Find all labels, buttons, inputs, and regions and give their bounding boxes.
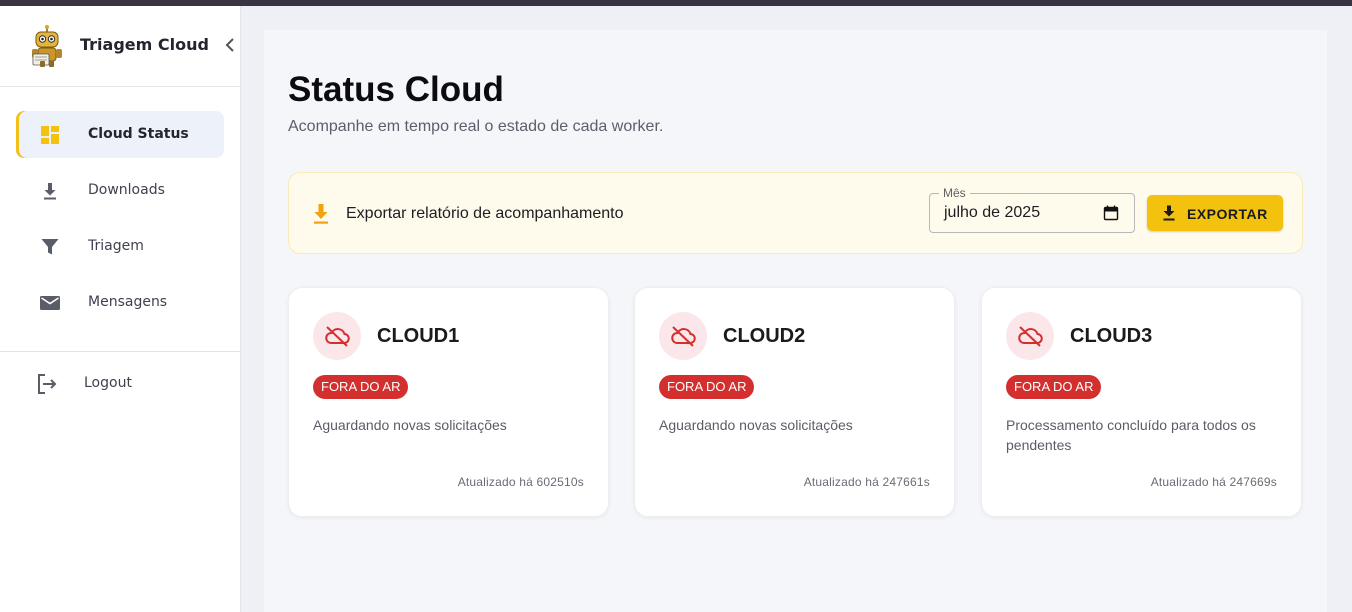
cloud-card: CLOUD3 FORA DO AR Processamento concluíd… [981,287,1302,517]
sidebar-item-label: Triagem [88,238,144,254]
logout-label: Logout [84,375,132,391]
cloud-message: Processamento concluído para todos os pe… [1006,417,1256,453]
export-button-label: EXPORTAR [1187,206,1268,222]
sidebar: Triagem Cloud Cloud Status Downloads Tri… [0,6,241,612]
cloud-off-icon [325,326,350,347]
cloud-name: CLOUD3 [1070,325,1153,347]
sidebar-item-label: Cloud Status [88,126,189,142]
status-badge: FORA DO AR [313,375,409,399]
calendar-icon[interactable] [1103,205,1119,221]
export-button[interactable]: EXPORTAR [1147,195,1283,231]
export-description: Exportar relatório de acompanhamento [346,205,624,222]
cloud-card: CLOUD2 FORA DO AR Aguardando novas solic… [634,287,955,517]
sidebar-item-downloads[interactable]: Downloads [16,167,224,214]
month-picker-value: julho de 2025 [944,204,1041,221]
cloud-updated: Atualizado há 602510s [457,475,584,489]
month-picker-label: Mês [939,186,970,200]
cloud-status-icon-wrap [659,312,707,360]
main-content: Status Cloud Acompanhe em tempo real o e… [264,30,1327,612]
sidebar-item-cloud-status[interactable]: Cloud Status [16,111,224,158]
sidebar-item-label: Mensagens [88,294,168,310]
status-badge: FORA DO AR [659,375,755,399]
page-title: Status Cloud [288,70,504,109]
sidebar-item-mensagens[interactable]: Mensagens [16,279,224,326]
app-title: Triagem Cloud [80,35,209,54]
sidebar-item-label: Downloads [88,182,165,198]
sidebar-divider [0,351,240,352]
chevron-left-icon[interactable] [222,36,238,54]
status-badge: FORA DO AR [1006,375,1102,399]
cloud-status-icon-wrap [1006,312,1054,360]
cloud-message: Aguardando novas solicitações [659,417,853,433]
cloud-off-icon [671,326,696,347]
download-icon [1163,205,1175,221]
filter-icon [41,239,59,255]
cloud-card: CLOUD1 FORA DO AR Aguardando novas solic… [288,287,609,517]
cloud-updated: Atualizado há 247669s [1150,475,1277,489]
mail-icon [40,296,60,310]
cloud-name: CLOUD2 [723,325,806,347]
brand-header: Triagem Cloud [0,6,240,87]
cloud-status-icon-wrap [313,312,361,360]
cloud-updated: Atualizado há 247661s [803,475,930,489]
cloud-off-icon [1018,326,1043,347]
cloud-name: CLOUD1 [377,325,460,347]
cloud-message: Aguardando novas solicitações [313,417,507,433]
robot-logo-icon [32,25,62,67]
download-icon [314,204,328,224]
logout-icon [38,374,57,394]
month-picker[interactable]: Mês julho de 2025 [929,186,1135,233]
logout-button[interactable]: Logout [16,361,224,405]
export-panel: Exportar relatório de acompanhamento Mês… [288,172,1303,254]
download-icon [44,183,56,200]
dashboard-icon [41,126,59,144]
sidebar-item-triagem[interactable]: Triagem [16,223,224,270]
page-subtitle: Acompanhe em tempo real o estado de cada… [288,118,664,135]
